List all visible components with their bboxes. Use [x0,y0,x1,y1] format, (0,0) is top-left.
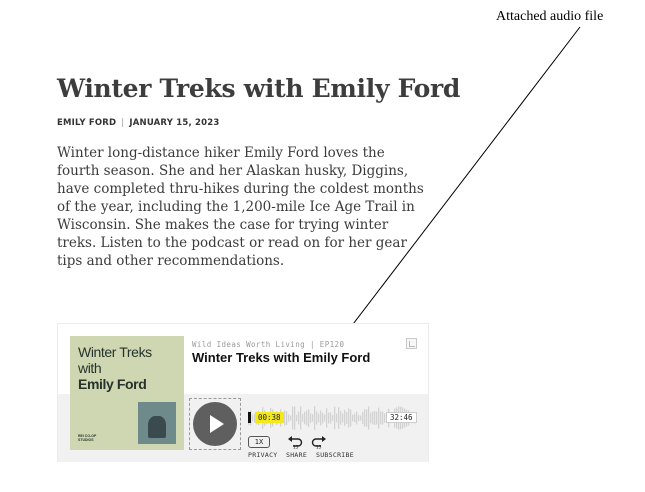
cover-title-line2: with [78,360,102,376]
waveform-bar [310,413,312,423]
waveform-bar [304,411,306,425]
waveform-bar [372,411,374,425]
waveform-bar [324,414,326,422]
waveform-bar [336,413,338,423]
waveform-bar [286,411,288,425]
current-time: 00:38 [255,412,284,423]
waveform-bar [306,410,308,426]
cover-title: Winter Treks with Emily Ford [78,344,152,392]
cover-title-line3: Emily Ford [78,376,147,392]
podcast-cover-art: Winter Treks with Emily Ford REI CO-OP S… [70,336,184,450]
waveform-bar [350,409,352,427]
waveform-bar [316,411,318,425]
waveform-bar [290,415,292,421]
waveform-bar [332,415,334,421]
waveform-bar [356,411,358,425]
cover-logo: REI CO-OP STUDIOS [78,434,96,442]
episode-title: Winter Treks with Emily Ford [192,350,371,365]
waveform-bar [314,406,316,430]
share-button[interactable]: SHARE [286,451,307,459]
waveform-bar [328,412,330,424]
skip-back-icon[interactable]: 15 [287,435,303,449]
waveform-bar [320,410,322,426]
waveform-bar [346,411,348,425]
waveform-bar [366,409,368,427]
skip-back-seconds: 15 [293,445,299,450]
annotation-label: Attached audio file [496,9,604,24]
waveform-bar [292,406,294,430]
total-time: 32:46 [386,412,417,423]
podcast-series-label: Wild Ideas Worth Living | EP120 [192,340,345,349]
waveform-bar [288,414,290,422]
waveform-bar [302,414,304,422]
cover-logo-line2: STUDIOS [78,438,94,442]
skip-forward-icon[interactable]: 15 [311,435,327,449]
waveform-bar [296,414,298,422]
waveform-bar [298,411,300,425]
waveform-bar [376,411,378,425]
waveform-bar [374,411,376,425]
waveform-bar [344,409,346,427]
play-button[interactable] [193,402,237,446]
waveform-bar [326,408,328,428]
cover-title-line1: Winter Treks [78,344,152,360]
waveform-bar [300,406,302,430]
waveform-bar [334,406,336,430]
waveform-bar [322,412,324,424]
cover-photo [138,402,176,444]
privacy-link[interactable]: PRIVACY [248,451,278,459]
waveform-bar [368,406,370,430]
subscribe-button[interactable]: SUBSCRIBE [316,451,354,459]
waveform-bar [362,411,364,425]
waveform-bar [370,412,372,424]
skip-forward-seconds: 15 [316,445,322,450]
waveform-bar [348,408,350,428]
waveform-bar [352,414,354,422]
progress-marker[interactable] [248,412,251,423]
audio-player: Winter Treks with Emily Ford REI CO-OP S… [57,323,429,462]
author-name[interactable]: EMILY FORD [57,118,116,128]
waveform-bar [360,415,362,421]
waveform-bar [358,415,360,421]
article-intro: Winter long-distance hiker Emily Ford lo… [57,145,424,269]
waveform-bar [318,413,320,423]
waveform-bar [284,410,286,426]
waveform-bar [340,411,342,425]
expand-icon[interactable] [406,338,417,349]
waveform-bar [294,406,296,430]
waveform-bar [252,414,254,422]
waveform-bar [342,413,344,423]
waveform-bar [330,412,332,424]
byline: EMILY FORD | JANUARY 15, 2023 [57,118,220,128]
play-button-focus-ring [189,398,241,450]
playback-speed-button[interactable]: 1X [248,436,270,448]
waveform-bar [312,414,314,422]
article-title: Winter Treks with Emily Ford [57,74,461,103]
waveform-bar [378,407,380,429]
waveform-bar [308,409,310,427]
waveform-bar [354,413,356,423]
publish-date: JANUARY 15, 2023 [129,118,220,128]
byline-separator: | [121,118,125,128]
waveform-bar [364,409,366,427]
waveform-bar [380,411,382,425]
waveform-bar [338,407,340,429]
waveform-bar [382,411,384,425]
